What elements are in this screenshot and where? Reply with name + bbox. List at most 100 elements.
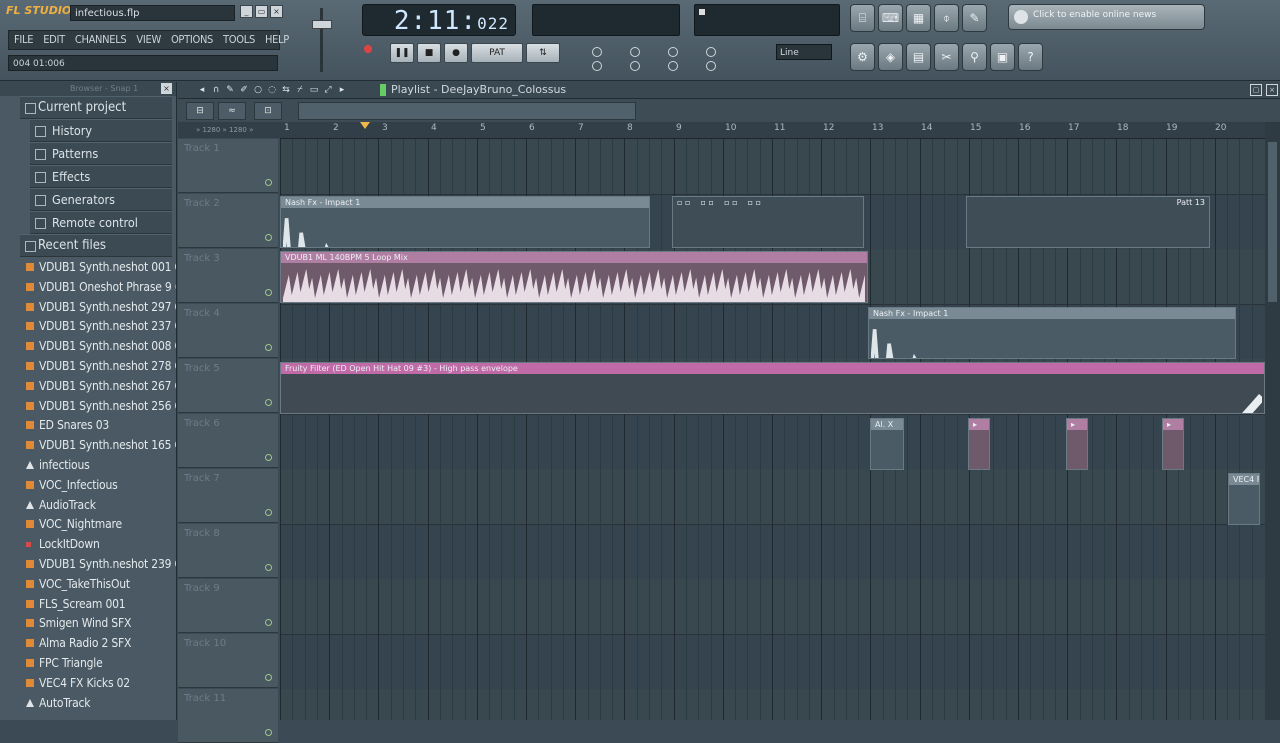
minimize-icon[interactable]: _ [240,5,253,18]
track-enable-icon[interactable] [265,289,272,296]
delete-icon[interactable]: ○ [252,84,264,96]
clip-hit[interactable]: ▸ [1162,418,1184,470]
slice-icon[interactable]: ⌿ [294,84,306,96]
track-enable-icon[interactable] [265,399,272,406]
recent-file-item[interactable]: VEC4 FX Kicks 02 [24,673,176,693]
recent-file-item[interactable]: VDUB1 Synth.neshot 239 C [24,554,176,574]
track-enable-icon[interactable] [265,454,272,461]
track-header[interactable]: Track 1 [178,139,278,193]
zoom-icon[interactable]: ⤢ [322,84,334,96]
close-browser-icon[interactable]: × [161,83,172,94]
scroll-thumb[interactable] [1268,142,1277,302]
menu-channels[interactable]: CHANNELS [70,31,132,49]
track-enable-icon[interactable] [265,674,272,681]
recent-file-item[interactable]: VDUB1 Oneshot Phrase 9 G [24,277,176,297]
pattern-view-button[interactable]: ⊟ [186,102,214,120]
track-enable-icon[interactable] [265,179,272,186]
window-tool-button[interactable]: ⚙ [850,43,875,71]
menu-file[interactable]: FILE [9,31,38,49]
window-tool-button[interactable]: ⌸ [850,4,875,32]
select-icon[interactable]: ▭ [308,84,320,96]
option-knob-icon[interactable] [630,47,640,57]
volume-handle[interactable] [312,20,332,29]
clip-patt-13[interactable]: Patt 13 [966,196,1210,248]
browser-folder[interactable]: Recent files [20,234,172,257]
slip-icon[interactable]: ⇆ [280,84,292,96]
window-tool-button[interactable]: ✂ [934,43,959,71]
recent-file-item[interactable]: FPC Triangle [24,653,176,673]
track-header[interactable]: Track 7 [178,469,278,523]
option-knob-icon[interactable] [592,61,602,71]
clip-hit[interactable]: ▸ [968,418,990,470]
recent-file-item[interactable]: ED Snares 03 [24,415,176,435]
recent-file-item[interactable]: VDUB1 Synth.neshot 001 C [24,257,176,277]
browser-folder[interactable]: History [30,119,172,142]
menu-tools[interactable]: TOOLS [218,31,260,49]
browser-folder[interactable]: Current project [20,96,172,119]
window-tool-button[interactable]: ? [1018,43,1043,71]
browser-folder[interactable]: Patterns [30,142,172,165]
pause-button[interactable]: ❚❚ [390,43,414,63]
snap-select[interactable]: Line [776,44,832,60]
track-enable-icon[interactable] [265,234,272,241]
menu-help[interactable]: HELP [260,31,294,49]
recent-file-item[interactable]: VDUB1 Synth.neshot 297 C [24,297,176,317]
clip-hit[interactable]: ▸ [1066,418,1088,470]
track-header[interactable]: Track 10 [178,634,278,688]
recent-file-item[interactable]: VDUB1 Synth.neshot 165 C [24,435,176,455]
track-header[interactable]: Track 8 [178,524,278,578]
clip-nash-impact-2[interactable]: Nash Fx - Impact 1 [868,307,1236,359]
recent-file-item[interactable]: Smigen Wind SFX [24,613,176,633]
track-header[interactable]: Track 9 [178,579,278,633]
detach-icon[interactable]: ▢ [1250,84,1262,96]
menu-view[interactable]: VIEW [131,31,166,49]
recent-file-item[interactable]: VOC_Infectious [24,475,176,495]
pencil-icon[interactable]: ✎ [224,84,236,96]
track-enable-icon[interactable] [265,564,272,571]
mute-icon[interactable]: ◌ [266,84,278,96]
menu-arrow-icon[interactable]: ◂ [196,84,208,96]
browser-folder[interactable]: Remote control [30,211,172,234]
playlist-grid[interactable]: Nash Fx - Impact 1 ▫ ▫ ▫ ▫ ▫ ▫ ▫ ▫ Patt … [280,139,1265,720]
recent-file-item[interactable]: Alma Radio 2 SFX [24,633,176,653]
option-knob-icon[interactable] [668,47,678,57]
time-ruler[interactable]: 1 2 3 4 5 6 7 8 9 10 11 12 13 14 15 16 17 18 19 20 [280,122,1265,139]
pat-song-button[interactable]: PAT [471,43,523,63]
clip-al[interactable]: Al. X [870,418,904,470]
restore-icon[interactable]: ▭ [255,5,268,18]
recent-file-item[interactable]: infectious [24,455,176,475]
recent-file-item[interactable]: VDUB1 Synth.neshot 008 C [24,336,176,356]
song-mode-button[interactable]: ⇅ [526,43,560,63]
window-tool-button[interactable]: ⚲ [962,43,987,71]
recent-file-item[interactable]: VOC_TakeThisOut [24,574,176,594]
window-tool-button[interactable]: ▦ [906,4,931,32]
option-knob-icon[interactable] [668,61,678,71]
track-header[interactable]: Track 2 [178,194,278,248]
track-header[interactable]: Track 4 [178,304,278,358]
magnet-icon[interactable]: ∩ [210,84,222,96]
record-button[interactable]: ● [444,43,468,63]
window-tool-button[interactable]: ◈ [878,43,903,71]
clip-pattern-blocks[interactable]: ▫ ▫ ▫ ▫ ▫ ▫ ▫ ▫ [672,196,864,248]
close-playlist-icon[interactable]: × [1266,84,1278,96]
online-news-button[interactable]: Click to enable online news [1008,4,1205,30]
track-header[interactable]: Track 5 [178,359,278,413]
recent-file-item[interactable]: VDUB1 Synth.neshot 267 C [24,376,176,396]
zoom-view-button[interactable]: ⊡ [254,102,282,120]
master-volume-slider[interactable] [308,6,334,74]
track-enable-icon[interactable] [265,729,272,736]
option-knob-icon[interactable] [706,61,716,71]
browser-folder[interactable]: Effects [30,165,172,188]
clip-vdub-loop[interactable]: VDUB1 ML 140BPM 5 Loop Mix [280,251,868,303]
recent-file-item[interactable]: VDUB1 Synth.neshot 278 C [24,356,176,376]
close-icon[interactable]: × [270,5,283,18]
menu-options[interactable]: OPTIONS [166,31,218,49]
window-tool-button[interactable]: ⌽ [934,4,959,32]
track-view-button[interactable]: ≈ [218,102,246,120]
window-tool-button[interactable]: ✎ [962,4,987,32]
option-knob-icon[interactable] [630,61,640,71]
recent-file-item[interactable]: VDUB1 Synth.neshot 256 C [24,396,176,416]
recent-file-item[interactable]: LockItDown [24,534,176,554]
track-header[interactable]: Track 3 [178,249,278,303]
track-enable-icon[interactable] [265,344,272,351]
